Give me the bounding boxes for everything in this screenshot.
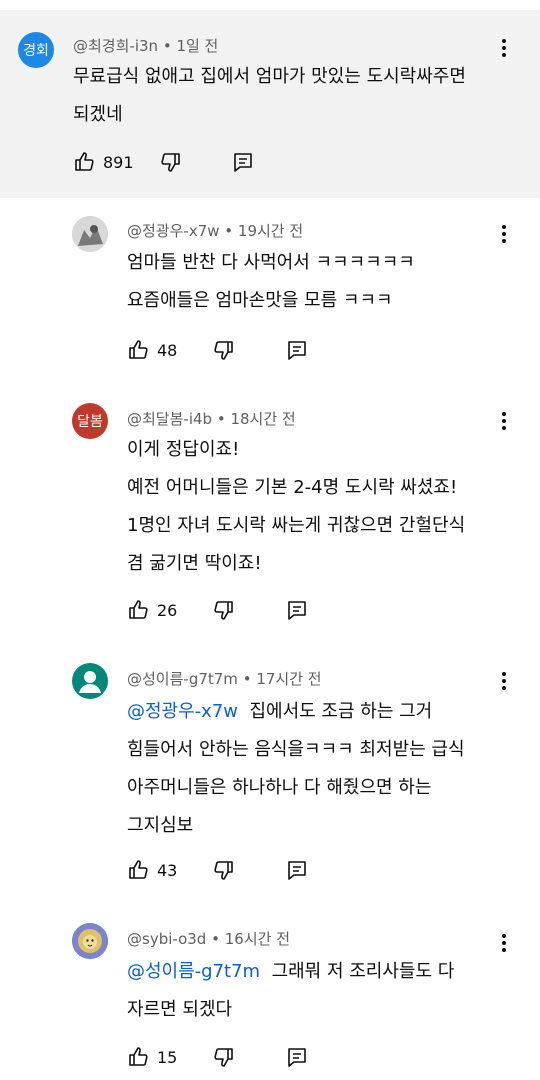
comment-line: 아주머니들은 하나하나 다 해줬으면 하는 [127, 777, 432, 798]
comment-time: 18시간 전 [230, 410, 296, 428]
thumbs-up-icon[interactable] [127, 338, 151, 362]
comment-text: @정광우-x7w 집에서도 조금 하는 그거 힘들어서 안하는 음식을ㅋㅋㅋ 최… [127, 693, 465, 845]
comment-author-line: @최경희-i3n • 1일 전 [73, 35, 218, 56]
separator-dot: • [242, 670, 257, 688]
author-handle[interactable]: @sybi-o3d [127, 930, 206, 948]
comment-line: 되겠네 [73, 104, 123, 125]
thumbs-down-icon[interactable] [211, 598, 235, 622]
lion-avatar-icon [72, 923, 108, 959]
reply-comment: @성이름-g7t7m • 17시간 전 @정광우-x7w 집에서도 조금 하는 … [0, 655, 540, 917]
comment-line: 자르면 되겠다 [127, 999, 233, 1020]
thumbs-up-icon[interactable] [127, 1045, 151, 1069]
separator-dot: • [216, 410, 231, 428]
avatar[interactable] [72, 923, 108, 959]
comment-actions: 43 [127, 858, 317, 888]
more-options-icon[interactable] [492, 409, 516, 433]
comment-line: 요즘애들은 엄마손맛을 모름 ㅋㅋㅋ [127, 290, 393, 311]
avatar-photo-icon [72, 216, 108, 252]
reply-comment: @sybi-o3d • 16시간 전 @성이름-g7t7m 그래뭐 저 조리사들… [0, 917, 540, 1080]
comment-line: 무료급식 없애고 집에서 엄마가 맛있는 도시락싸주면 [73, 66, 466, 87]
comment-line: 그지심보 [127, 815, 194, 836]
reply-icon[interactable] [285, 598, 309, 622]
like-count: 15 [157, 1048, 178, 1067]
comment-line-first: @성이름-g7t7m 그래뭐 저 조리사들도 다 [127, 953, 454, 991]
thumbs-down-icon[interactable] [211, 338, 235, 362]
author-handle[interactable]: @최경희-i3n [73, 37, 158, 55]
comment-actions: 15 [127, 1045, 317, 1075]
comment-author-line: @정광우-x7w • 19시간 전 [127, 220, 303, 241]
like-count: 48 [157, 341, 178, 360]
comment-line: 엄마들 반찬 다 사먹어서 ㅋㅋㅋㅋㅋㅋ [127, 252, 415, 273]
comment-line-first: @정광우-x7w 집에서도 조금 하는 그거 [127, 693, 465, 731]
separator-dot: • [162, 37, 177, 55]
thumbs-up-icon[interactable] [73, 150, 97, 174]
thumbs-up-icon[interactable] [127, 858, 151, 882]
comment-time: 17시간 전 [256, 670, 322, 688]
comment-actions: 26 [127, 598, 317, 628]
separator-dot: • [211, 930, 225, 948]
comment-author-line: @최달봄-i4b • 18시간 전 [127, 408, 296, 429]
comment-text: 무료급식 없애고 집에서 엄마가 맛있는 도시락싸주면 되겠네 [73, 58, 466, 134]
reply-icon[interactable] [285, 1045, 309, 1069]
comment-line: 예전 어머니들은 기본 2-4명 도시락 싸셨죠! [127, 477, 458, 498]
comment-time: 19시간 전 [237, 222, 304, 240]
reply-icon[interactable] [231, 150, 255, 174]
like-count: 43 [157, 861, 178, 880]
comment-text: 이게 정답이죠! 예전 어머니들은 기본 2-4명 도시락 싸셨죠! 1명인 자… [127, 431, 465, 583]
top-strip [0, 0, 540, 10]
thumbs-down-icon[interactable] [158, 150, 182, 174]
avatar-initials: 달봄 [77, 414, 103, 430]
avatar[interactable]: 경회 [18, 32, 54, 68]
thumbs-down-icon[interactable] [211, 858, 235, 882]
author-handle[interactable]: @정광우-x7w [127, 222, 220, 240]
comment-actions: 48 [127, 338, 317, 368]
comment-text: 엄마들 반찬 다 사먹어서 ㅋㅋㅋㅋㅋㅋ 요즘애들은 엄마손맛을 모름 ㅋㅋㅋ [127, 244, 415, 320]
reply-icon[interactable] [285, 338, 309, 362]
avatar[interactable]: 달봄 [72, 403, 108, 439]
thumbs-up-icon[interactable] [127, 598, 151, 622]
comment-line: 그래뭐 저 조리사들도 다 [271, 961, 455, 982]
comment-text: @성이름-g7t7m 그래뭐 저 조리사들도 다 자르면 되겠다 [127, 953, 454, 1029]
reply-comment: 달봄 @최달봄-i4b • 18시간 전 이게 정답이죠! 예전 어머니들은 기… [0, 393, 540, 655]
like-count: 26 [157, 601, 178, 620]
thumbs-down-icon[interactable] [211, 1045, 235, 1069]
more-options-icon[interactable] [492, 222, 516, 246]
more-options-icon[interactable] [492, 669, 516, 693]
avatar-initials: 경회 [23, 43, 49, 59]
more-options-icon[interactable] [492, 36, 516, 60]
mention-link[interactable]: @성이름-g7t7m [127, 961, 260, 982]
like-count: 891 [103, 153, 134, 172]
reply-comment: @정광우-x7w • 19시간 전 엄마들 반찬 다 사먹어서 ㅋㅋㅋㅋㅋㅋ 요… [0, 198, 540, 393]
avatar[interactable] [72, 216, 108, 252]
comment-time: 16시간 전 [224, 930, 290, 948]
parent-comment: 경회 @최경희-i3n • 1일 전 무료급식 없애고 집에서 엄마가 맛있는 … [0, 10, 540, 198]
comment-line: 이게 정답이죠! [127, 439, 240, 460]
comment-line: 힘들어서 안하는 음식을ㅋㅋㅋ 최저받는 급식 [127, 739, 465, 760]
comment-time: 1일 전 [176, 37, 219, 55]
reply-icon[interactable] [285, 858, 309, 882]
author-handle[interactable]: @성이름-g7t7m [127, 670, 238, 688]
comment-author-line: @성이름-g7t7m • 17시간 전 [127, 668, 322, 689]
more-options-icon[interactable] [492, 931, 516, 955]
default-user-icon [79, 671, 101, 693]
comment-line: 겸 굶기면 딱이죠! [127, 553, 262, 574]
avatar[interactable] [72, 663, 108, 699]
mention-link[interactable]: @정광우-x7w [127, 701, 238, 722]
comment-line: 집에서도 조금 하는 그거 [249, 701, 433, 722]
separator-dot: • [224, 222, 238, 240]
comment-author-line: @sybi-o3d • 16시간 전 [127, 928, 290, 949]
author-handle[interactable]: @최달봄-i4b [127, 410, 212, 428]
comment-line: 1명인 자녀 도시락 싸는게 귀찮으면 간헐단식 [127, 515, 466, 536]
comment-actions: 891 [73, 150, 263, 180]
